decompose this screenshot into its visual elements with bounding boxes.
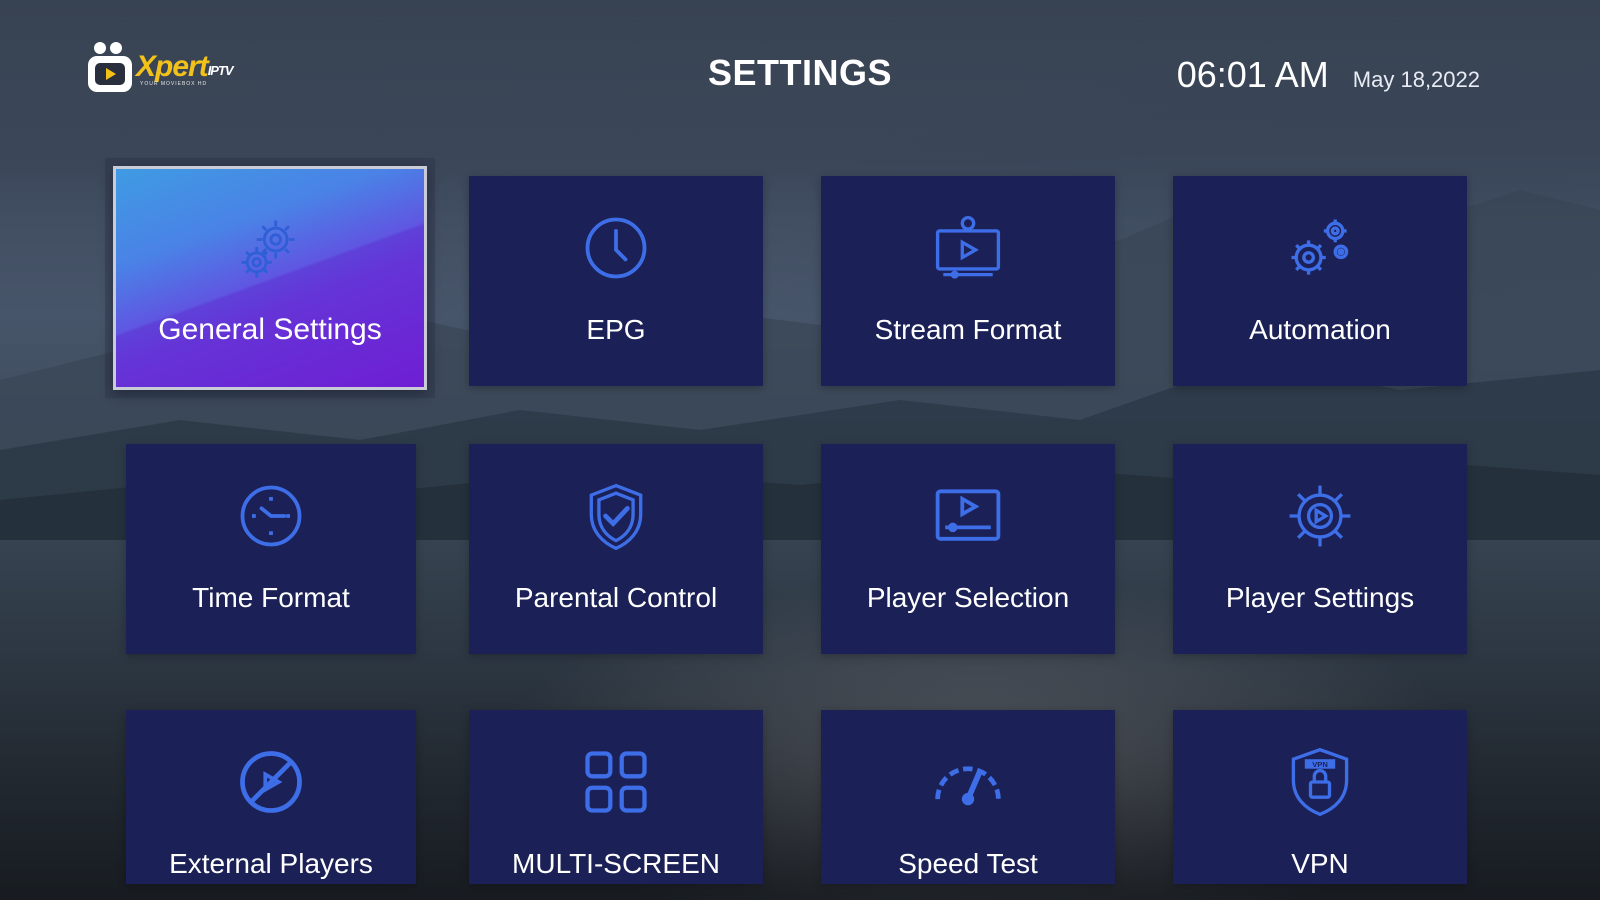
svg-text:VPN: VPN [1312, 760, 1328, 769]
tile-vpn[interactable]: VPN VPN [1173, 710, 1467, 884]
tile-label: Automation [1249, 314, 1391, 345]
tile-label: Player Selection [866, 582, 1070, 613]
tile-external-players[interactable]: External Players [126, 710, 416, 884]
tile-label: General Settings [158, 313, 382, 346]
current-date: May 18,2022 [1352, 67, 1480, 92]
tile-label: VPN [1291, 848, 1349, 879]
speedometer-icon [928, 742, 1008, 822]
tile-label: Stream Format [874, 314, 1062, 345]
tile-label: Time Format [192, 582, 350, 613]
tile-general-settings[interactable]: General Settings [113, 166, 427, 390]
tile-label: External Players [169, 848, 373, 879]
tile-speed-test[interactable]: Speed Test [821, 710, 1115, 884]
vpn-shield-icon: VPN [1280, 742, 1360, 822]
grid-icon [576, 742, 656, 822]
tile-player-settings[interactable]: Player Settings [1173, 444, 1467, 654]
tile-time-format[interactable]: Time Format [126, 444, 416, 654]
play-gear-icon [1280, 476, 1360, 556]
tile-label: EPG [586, 314, 646, 345]
tile-epg[interactable]: EPG [469, 176, 763, 386]
clock-icon [576, 208, 656, 288]
tile-automation[interactable]: Automation [1173, 176, 1467, 386]
tile-player-selection[interactable]: Player Selection [821, 444, 1115, 654]
external-player-icon [231, 742, 311, 822]
player-screen-icon [928, 476, 1008, 556]
tile-label: MULTI-SCREEN [512, 848, 720, 879]
tile-multi-screen[interactable]: MULTI-SCREEN [469, 710, 763, 884]
gears-icon [230, 209, 310, 289]
tile-label: Parental Control [514, 582, 718, 613]
shield-check-icon [576, 476, 656, 556]
current-time: 06:01 AM [1176, 54, 1329, 95]
tile-stream-format[interactable]: Stream Format [821, 176, 1115, 386]
tile-label: Player Settings [1225, 582, 1415, 613]
tile-parental-control[interactable]: Parental Control [469, 444, 763, 654]
tile-label: Speed Test [898, 848, 1038, 879]
time-clock-icon [231, 476, 311, 556]
automation-gears-icon [1280, 208, 1360, 288]
stream-monitor-icon [928, 208, 1008, 288]
clock: 06:01 AM May 18,2022 [1177, 54, 1480, 96]
